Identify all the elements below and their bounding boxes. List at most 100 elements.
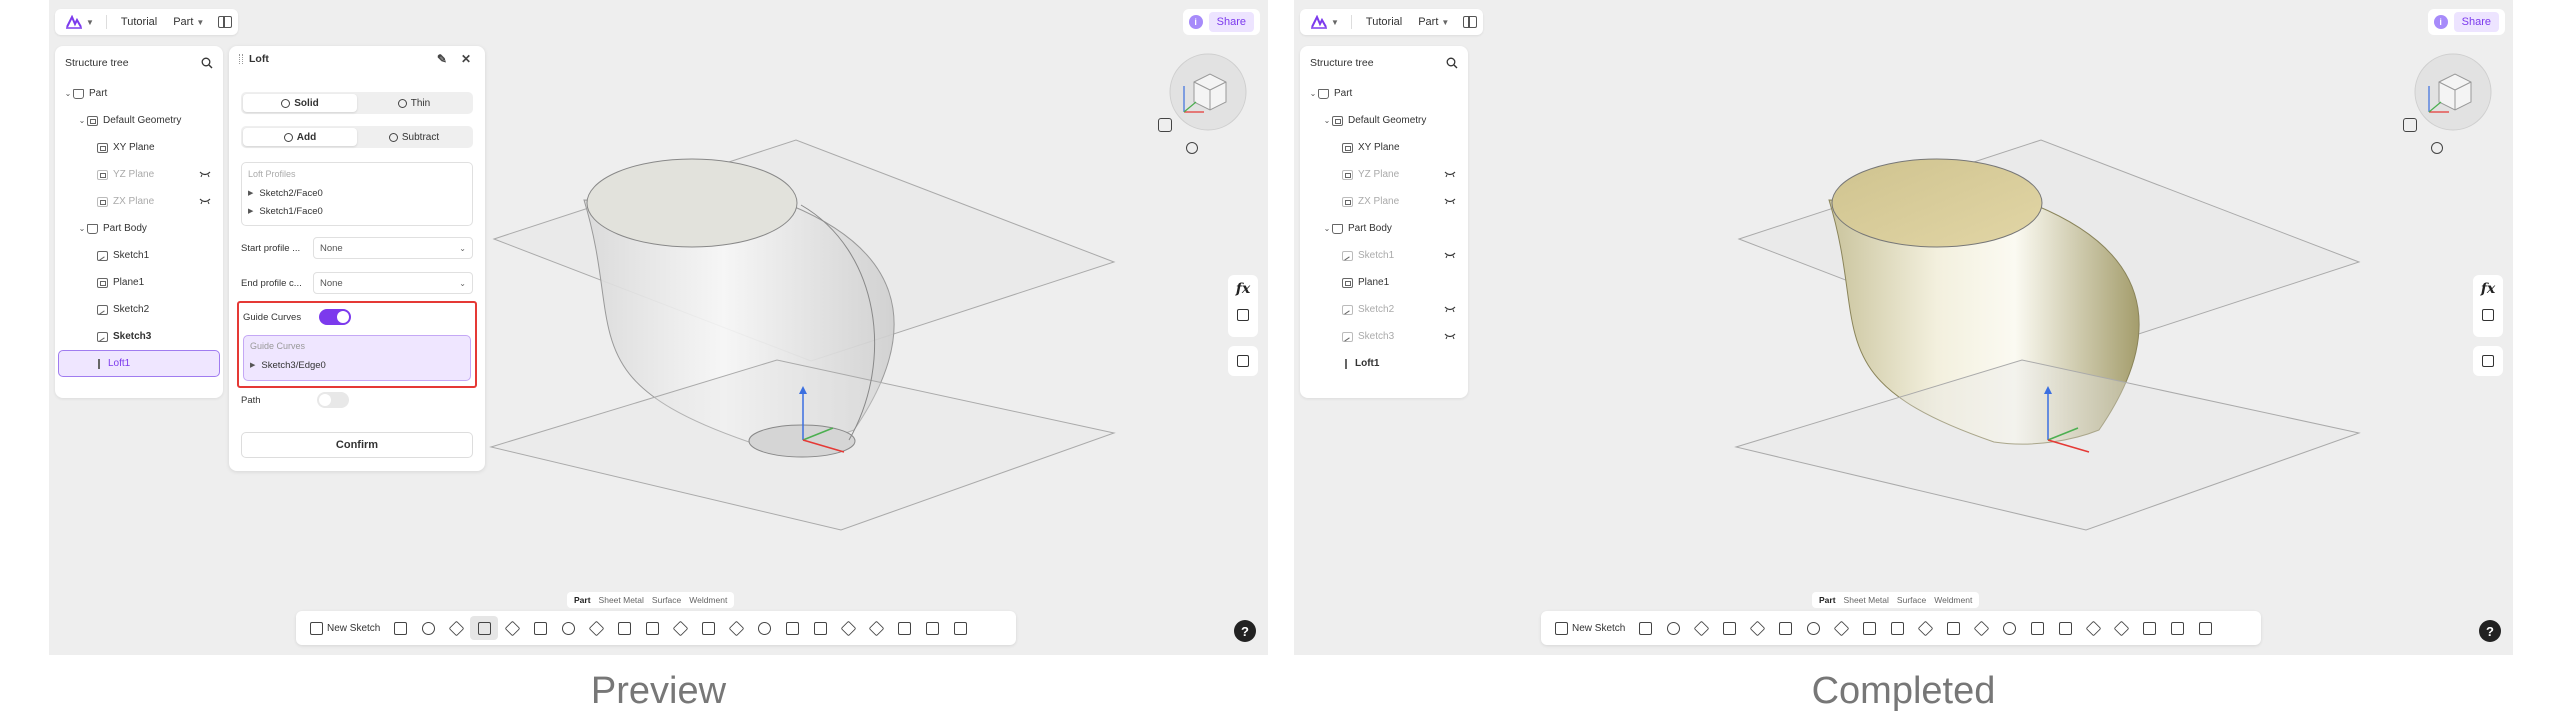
tree-item-sketch2[interactable]: Sketch2	[1300, 296, 1468, 323]
thin-button[interactable]: Thin	[357, 94, 471, 112]
revolve-button[interactable]	[1659, 616, 1687, 640]
shell-button[interactable]	[1883, 616, 1911, 640]
insert-button[interactable]	[2191, 616, 2219, 640]
eye-closed-icon[interactable]	[199, 171, 211, 178]
view-cube[interactable]	[2405, 46, 2495, 138]
thicken-button[interactable]	[1911, 616, 1939, 640]
move-button[interactable]	[750, 616, 778, 640]
chamfer-button[interactable]	[582, 616, 610, 640]
profile-item[interactable]: ▶ Sketch1/Face0	[248, 202, 466, 220]
chamfer-button[interactable]	[1827, 616, 1855, 640]
move-button[interactable]	[1995, 616, 2023, 640]
reference-button[interactable]	[2107, 616, 2135, 640]
eye-closed-icon[interactable]	[1444, 252, 1456, 259]
loft-button[interactable]	[1715, 616, 1743, 640]
loft-button[interactable]	[470, 616, 499, 640]
draft-button[interactable]	[610, 616, 638, 640]
tree-item-zx-plane[interactable]: ZX Plane	[1300, 188, 1468, 215]
rib-button[interactable]	[1743, 616, 1771, 640]
fx-icon[interactable]: fx	[1236, 275, 1250, 303]
app-logo[interactable]: ▼	[1306, 15, 1343, 29]
boolean-button[interactable]	[778, 616, 806, 640]
tree-item-loft1[interactable]: Loft1	[58, 350, 220, 377]
path-toggle[interactable]	[316, 392, 349, 408]
info-icon[interactable]: i	[2433, 15, 2448, 29]
search-icon[interactable]	[201, 57, 213, 69]
tree-item-part-body[interactable]: ⌄ Part Body	[1300, 215, 1468, 242]
tree-item-xy-plane[interactable]: XY Plane	[55, 134, 223, 161]
start-profile-select[interactable]: None ⌄	[313, 237, 473, 259]
tree-item-sketch1[interactable]: Sketch1	[55, 242, 223, 269]
eye-closed-icon[interactable]	[1444, 333, 1456, 340]
section-button[interactable]	[890, 616, 918, 640]
fit-view-icon[interactable]	[2403, 118, 2417, 132]
table-icon[interactable]	[2482, 355, 2494, 367]
tree-item-plane1[interactable]: Plane1	[55, 269, 223, 296]
add-button[interactable]: Add	[243, 128, 357, 146]
tree-item-zx-plane[interactable]: ZX Plane	[55, 188, 223, 215]
draft-button[interactable]	[1855, 616, 1883, 640]
tree-item-yz-plane[interactable]: YZ Plane	[1300, 161, 1468, 188]
reference-button[interactable]	[862, 616, 890, 640]
search-icon[interactable]	[1446, 57, 1458, 69]
pin-icon[interactable]: ✎	[437, 52, 447, 66]
pattern-button[interactable]	[694, 616, 722, 640]
table-icon[interactable]	[1237, 355, 1249, 367]
shell-button[interactable]	[638, 616, 666, 640]
rib-button[interactable]	[498, 616, 526, 640]
split-button[interactable]	[806, 616, 834, 640]
app-logo[interactable]: ▼	[61, 15, 98, 29]
boolean-button[interactable]	[2023, 616, 2051, 640]
tree-item-sketch1[interactable]: Sketch1	[1300, 242, 1468, 269]
new-sketch-button[interactable]: New Sketch	[304, 621, 386, 635]
tutorial-tab[interactable]: Tutorial	[115, 13, 163, 31]
profile-item[interactable]: ▶ Sketch2/Face0	[248, 184, 466, 202]
fit-view-icon[interactable]	[1158, 118, 1172, 132]
pattern-button[interactable]	[1939, 616, 1967, 640]
guide-curve-item[interactable]: ▶ Sketch3/Edge0	[250, 356, 464, 374]
section-button[interactable]	[2135, 616, 2163, 640]
measure-button[interactable]	[834, 616, 862, 640]
mirror-button[interactable]	[722, 616, 750, 640]
tab-part[interactable]: Part	[1816, 594, 1839, 606]
part-dropdown[interactable]: Part ▼	[167, 13, 210, 31]
checklist-icon[interactable]	[2482, 309, 2494, 321]
tree-item-loft1[interactable]: Loft1	[1300, 350, 1468, 377]
subtract-button[interactable]: Subtract	[357, 128, 471, 146]
tab-weldment[interactable]: Weldment	[686, 594, 730, 606]
tree-item-part[interactable]: ⌄ Part	[1300, 80, 1468, 107]
view-cube[interactable]	[1160, 46, 1250, 138]
tree-item-default-geometry[interactable]: ⌄ Default Geometry	[1300, 107, 1468, 134]
hole-button[interactable]	[526, 616, 554, 640]
eye-closed-icon[interactable]	[1444, 171, 1456, 178]
tab-part[interactable]: Part	[571, 594, 594, 606]
sweep-button[interactable]	[1687, 616, 1715, 640]
eye-closed-icon[interactable]	[199, 198, 211, 205]
dimension-button[interactable]	[2163, 616, 2191, 640]
hole-button[interactable]	[1771, 616, 1799, 640]
tab-surface[interactable]: Surface	[1894, 594, 1929, 606]
tab-weldment[interactable]: Weldment	[1931, 594, 1975, 606]
loft-profiles-list[interactable]: Loft Profiles ▶ Sketch2/Face0 ▶ Sketch1/Fa…	[241, 162, 473, 226]
solid-button[interactable]: Solid	[243, 94, 357, 112]
info-icon[interactable]: i	[1188, 15, 1203, 29]
tab-sheet-metal[interactable]: Sheet Metal	[1841, 594, 1892, 606]
guide-curves-list[interactable]: Guide Curves ▶ Sketch3/Edge0	[243, 335, 471, 381]
sweep-button[interactable]	[442, 616, 470, 640]
measure-button[interactable]	[2079, 616, 2107, 640]
fillet-button[interactable]	[554, 616, 582, 640]
share-button[interactable]: Share	[1208, 12, 1254, 32]
tab-sheet-metal[interactable]: Sheet Metal	[596, 594, 647, 606]
tree-item-sketch2[interactable]: Sketch2	[55, 296, 223, 323]
fillet-button[interactable]	[1799, 616, 1827, 640]
thicken-button[interactable]	[666, 616, 694, 640]
part-dropdown[interactable]: Part ▼	[1412, 13, 1455, 31]
sidebar-toggle-icon[interactable]	[1463, 16, 1478, 28]
mirror-button[interactable]	[1967, 616, 1995, 640]
eye-closed-icon[interactable]	[1444, 198, 1456, 205]
tree-item-xy-plane[interactable]: XY Plane	[1300, 134, 1468, 161]
tree-item-plane1[interactable]: Plane1	[1300, 269, 1468, 296]
tree-item-sketch3[interactable]: Sketch3	[1300, 323, 1468, 350]
tree-item-default-geometry[interactable]: ⌄ Default Geometry	[55, 107, 223, 134]
insert-button[interactable]	[946, 616, 974, 640]
